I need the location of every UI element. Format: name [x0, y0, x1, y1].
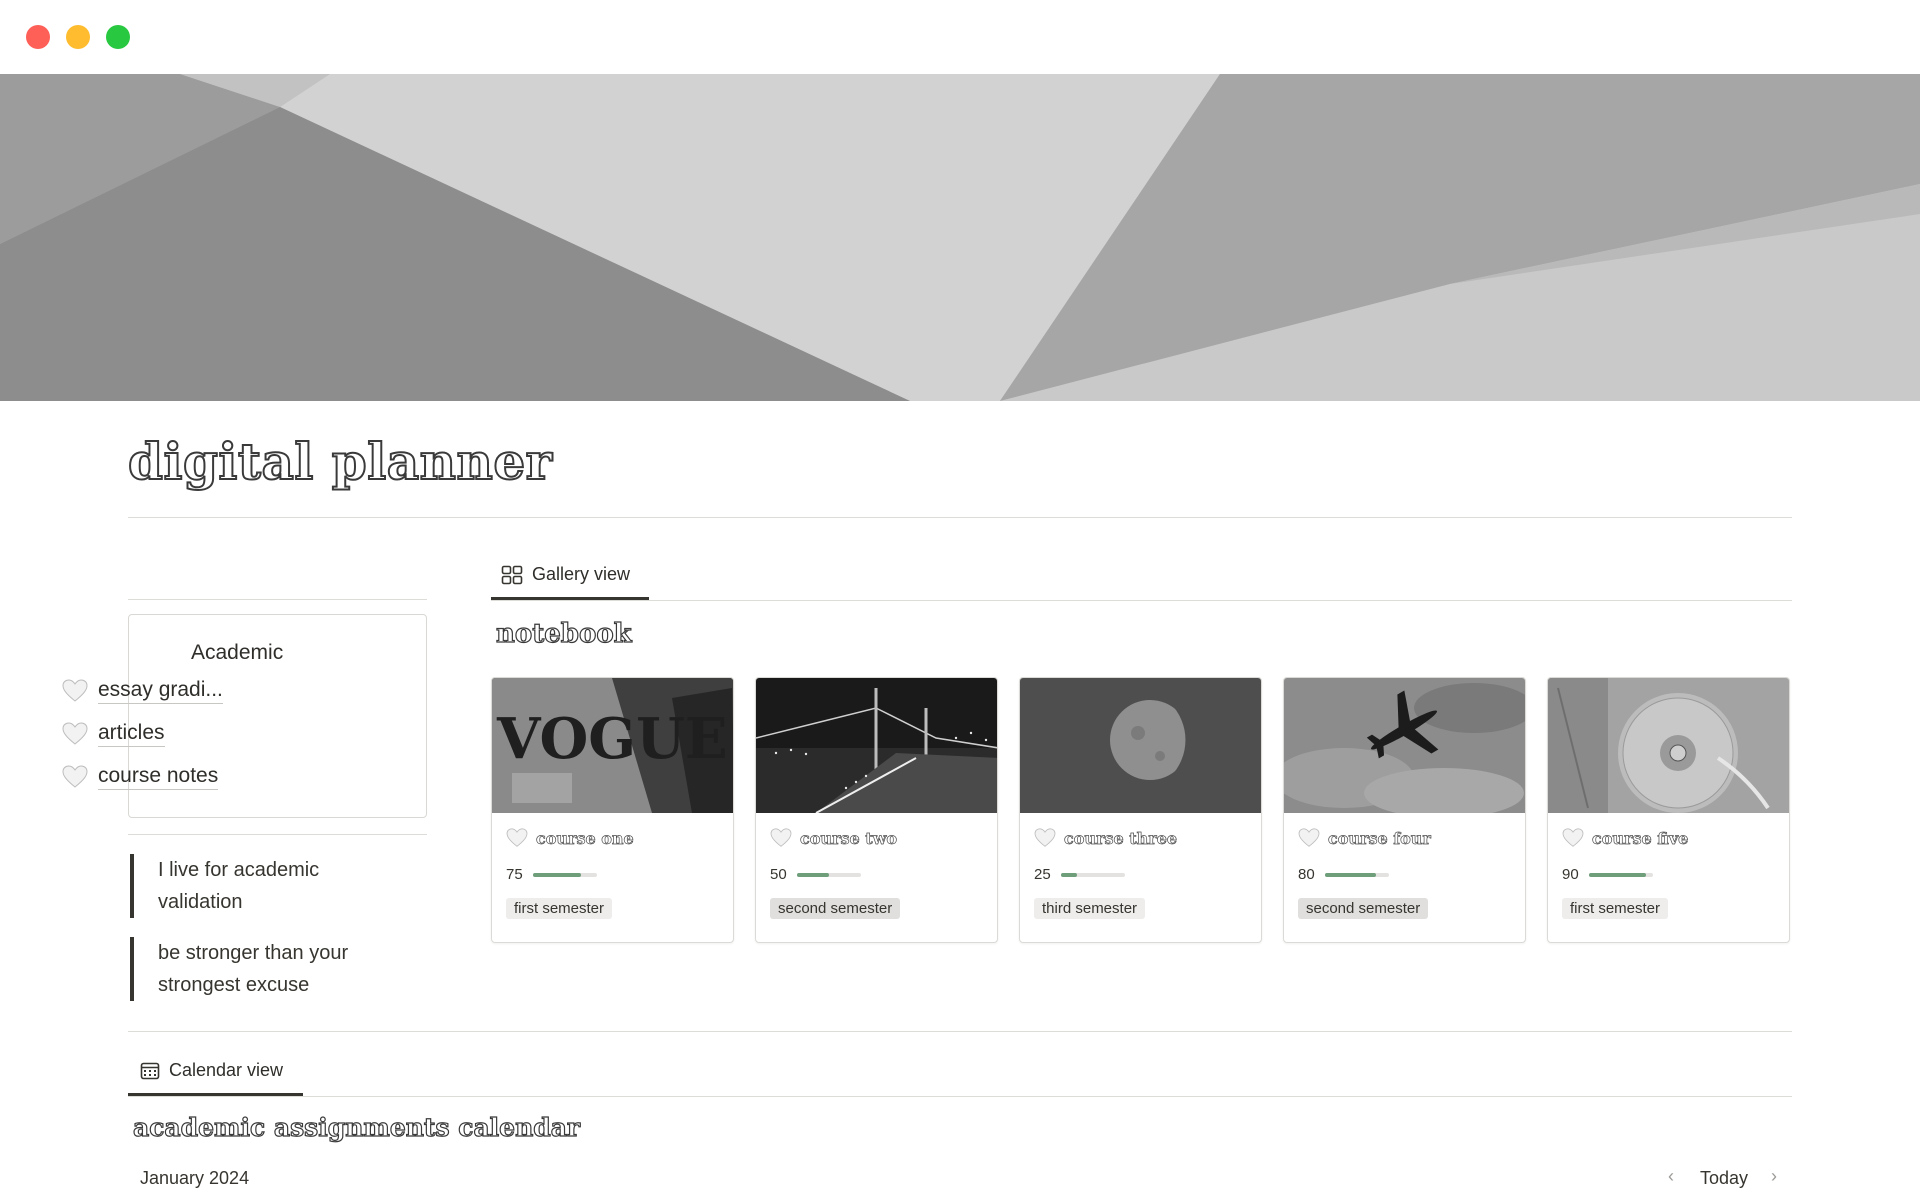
progress-fill [796, 872, 829, 877]
today-button[interactable]: Today [1700, 1168, 1748, 1189]
link-articles[interactable]: articles [62, 720, 165, 747]
progress-bar [1060, 872, 1125, 877]
quote-block: be stronger than your strongest excuse [130, 937, 380, 1001]
academic-heading: Academic [191, 641, 284, 664]
card-name: course five [1592, 828, 1689, 848]
card-name: course two [800, 828, 898, 848]
link-essay-grading[interactable]: essay gradi... [62, 677, 223, 704]
progress-fill [532, 872, 581, 877]
close-window-button[interactable] [26, 25, 50, 49]
svg-text:VOGUE: VOGUE [496, 706, 728, 772]
progress-value: 80 [1298, 866, 1315, 883]
gallery-card[interactable]: course four 80 second semester [1283, 677, 1526, 943]
progress-row: 50 [770, 866, 861, 883]
zoom-window-button[interactable] [106, 25, 130, 49]
white-heart-icon [770, 828, 792, 847]
card-name: course one [536, 828, 634, 848]
moon-photo [1020, 678, 1261, 813]
progress-fill [1324, 872, 1376, 877]
card-title: course one [506, 828, 634, 848]
gallery-title: notebook [495, 618, 632, 649]
progress-value: 25 [1034, 866, 1051, 883]
tab-gallery-view[interactable]: Gallery view [501, 564, 630, 585]
calendar-month-label: January 2024 [140, 1168, 250, 1188]
card-title: course two [770, 828, 897, 848]
semester-tag: second semester [770, 898, 901, 919]
gallery-card[interactable]: course three 25 third semester [1019, 677, 1262, 943]
tab-label: Calendar view [169, 1060, 284, 1080]
cd-photo [1548, 678, 1789, 813]
card-name: course four [1328, 828, 1432, 848]
semester-tag: first semester [506, 898, 613, 919]
link-label: course notes [98, 763, 219, 790]
progress-row: 75 [506, 866, 597, 883]
progress-fill [1060, 872, 1077, 877]
gallery-card[interactable]: VOGUE course one 75 first semester [491, 677, 734, 943]
window-titlebar [0, 0, 1920, 74]
magazine-photo: VOGUE [492, 678, 733, 813]
link-label: articles [98, 720, 165, 747]
semester-tag: second semester [1298, 898, 1429, 919]
calendar-section-divider [128, 1031, 1792, 1032]
calendar-title: academic assignments calendar [132, 1112, 581, 1142]
title-divider [128, 517, 1792, 518]
page-title: digital planner [127, 431, 553, 492]
cover-image [0, 74, 1920, 401]
progress-value: 50 [770, 866, 787, 883]
minimize-window-button[interactable] [66, 25, 90, 49]
progress-bar [796, 872, 861, 877]
next-month-button[interactable]: › [1771, 1166, 1777, 1187]
tab-label: Gallery view [532, 564, 631, 584]
progress-bar [532, 872, 597, 877]
progress-row: 80 [1298, 866, 1389, 883]
card-title: course four [1298, 828, 1431, 848]
progress-fill [1588, 872, 1647, 877]
progress-value: 90 [1562, 866, 1579, 883]
prev-month-button[interactable]: ‹ [1668, 1166, 1674, 1187]
card-title: course three [1034, 828, 1177, 848]
calendar-icon [140, 1062, 160, 1079]
white-heart-icon [1298, 828, 1320, 847]
white-heart-icon [62, 721, 88, 745]
progress-bar [1588, 872, 1653, 877]
white-heart-icon [62, 678, 88, 702]
progress-bar [1324, 872, 1389, 877]
semester-tag: third semester [1034, 898, 1146, 919]
white-heart-icon [1034, 828, 1056, 847]
calendar-tab-divider [128, 1096, 1792, 1097]
gallery-tab-divider [491, 600, 1792, 601]
white-heart-icon [506, 828, 528, 847]
sidebar-mid-divider [128, 834, 427, 835]
progress-row: 25 [1034, 866, 1125, 883]
airplane-sky-photo [1284, 678, 1525, 813]
white-heart-icon [1562, 828, 1584, 847]
quote-block: I live for academic validation [130, 854, 380, 918]
tab-calendar-view[interactable]: Calendar view [140, 1060, 283, 1081]
gallery-grid-icon [501, 565, 523, 584]
card-name: course three [1064, 828, 1178, 848]
bridge-night-photo [756, 678, 997, 813]
link-label: essay gradi... [98, 677, 223, 704]
gallery-card[interactable]: course two 50 second semester [755, 677, 998, 943]
white-heart-icon [62, 764, 88, 788]
gallery-card[interactable]: course five 90 first semester [1547, 677, 1790, 943]
sidebar-top-divider [128, 599, 427, 600]
progress-row: 90 [1562, 866, 1653, 883]
card-title: course five [1562, 828, 1689, 848]
progress-value: 75 [506, 866, 523, 883]
link-course-notes[interactable]: course notes [62, 763, 219, 790]
semester-tag: first semester [1562, 898, 1669, 919]
